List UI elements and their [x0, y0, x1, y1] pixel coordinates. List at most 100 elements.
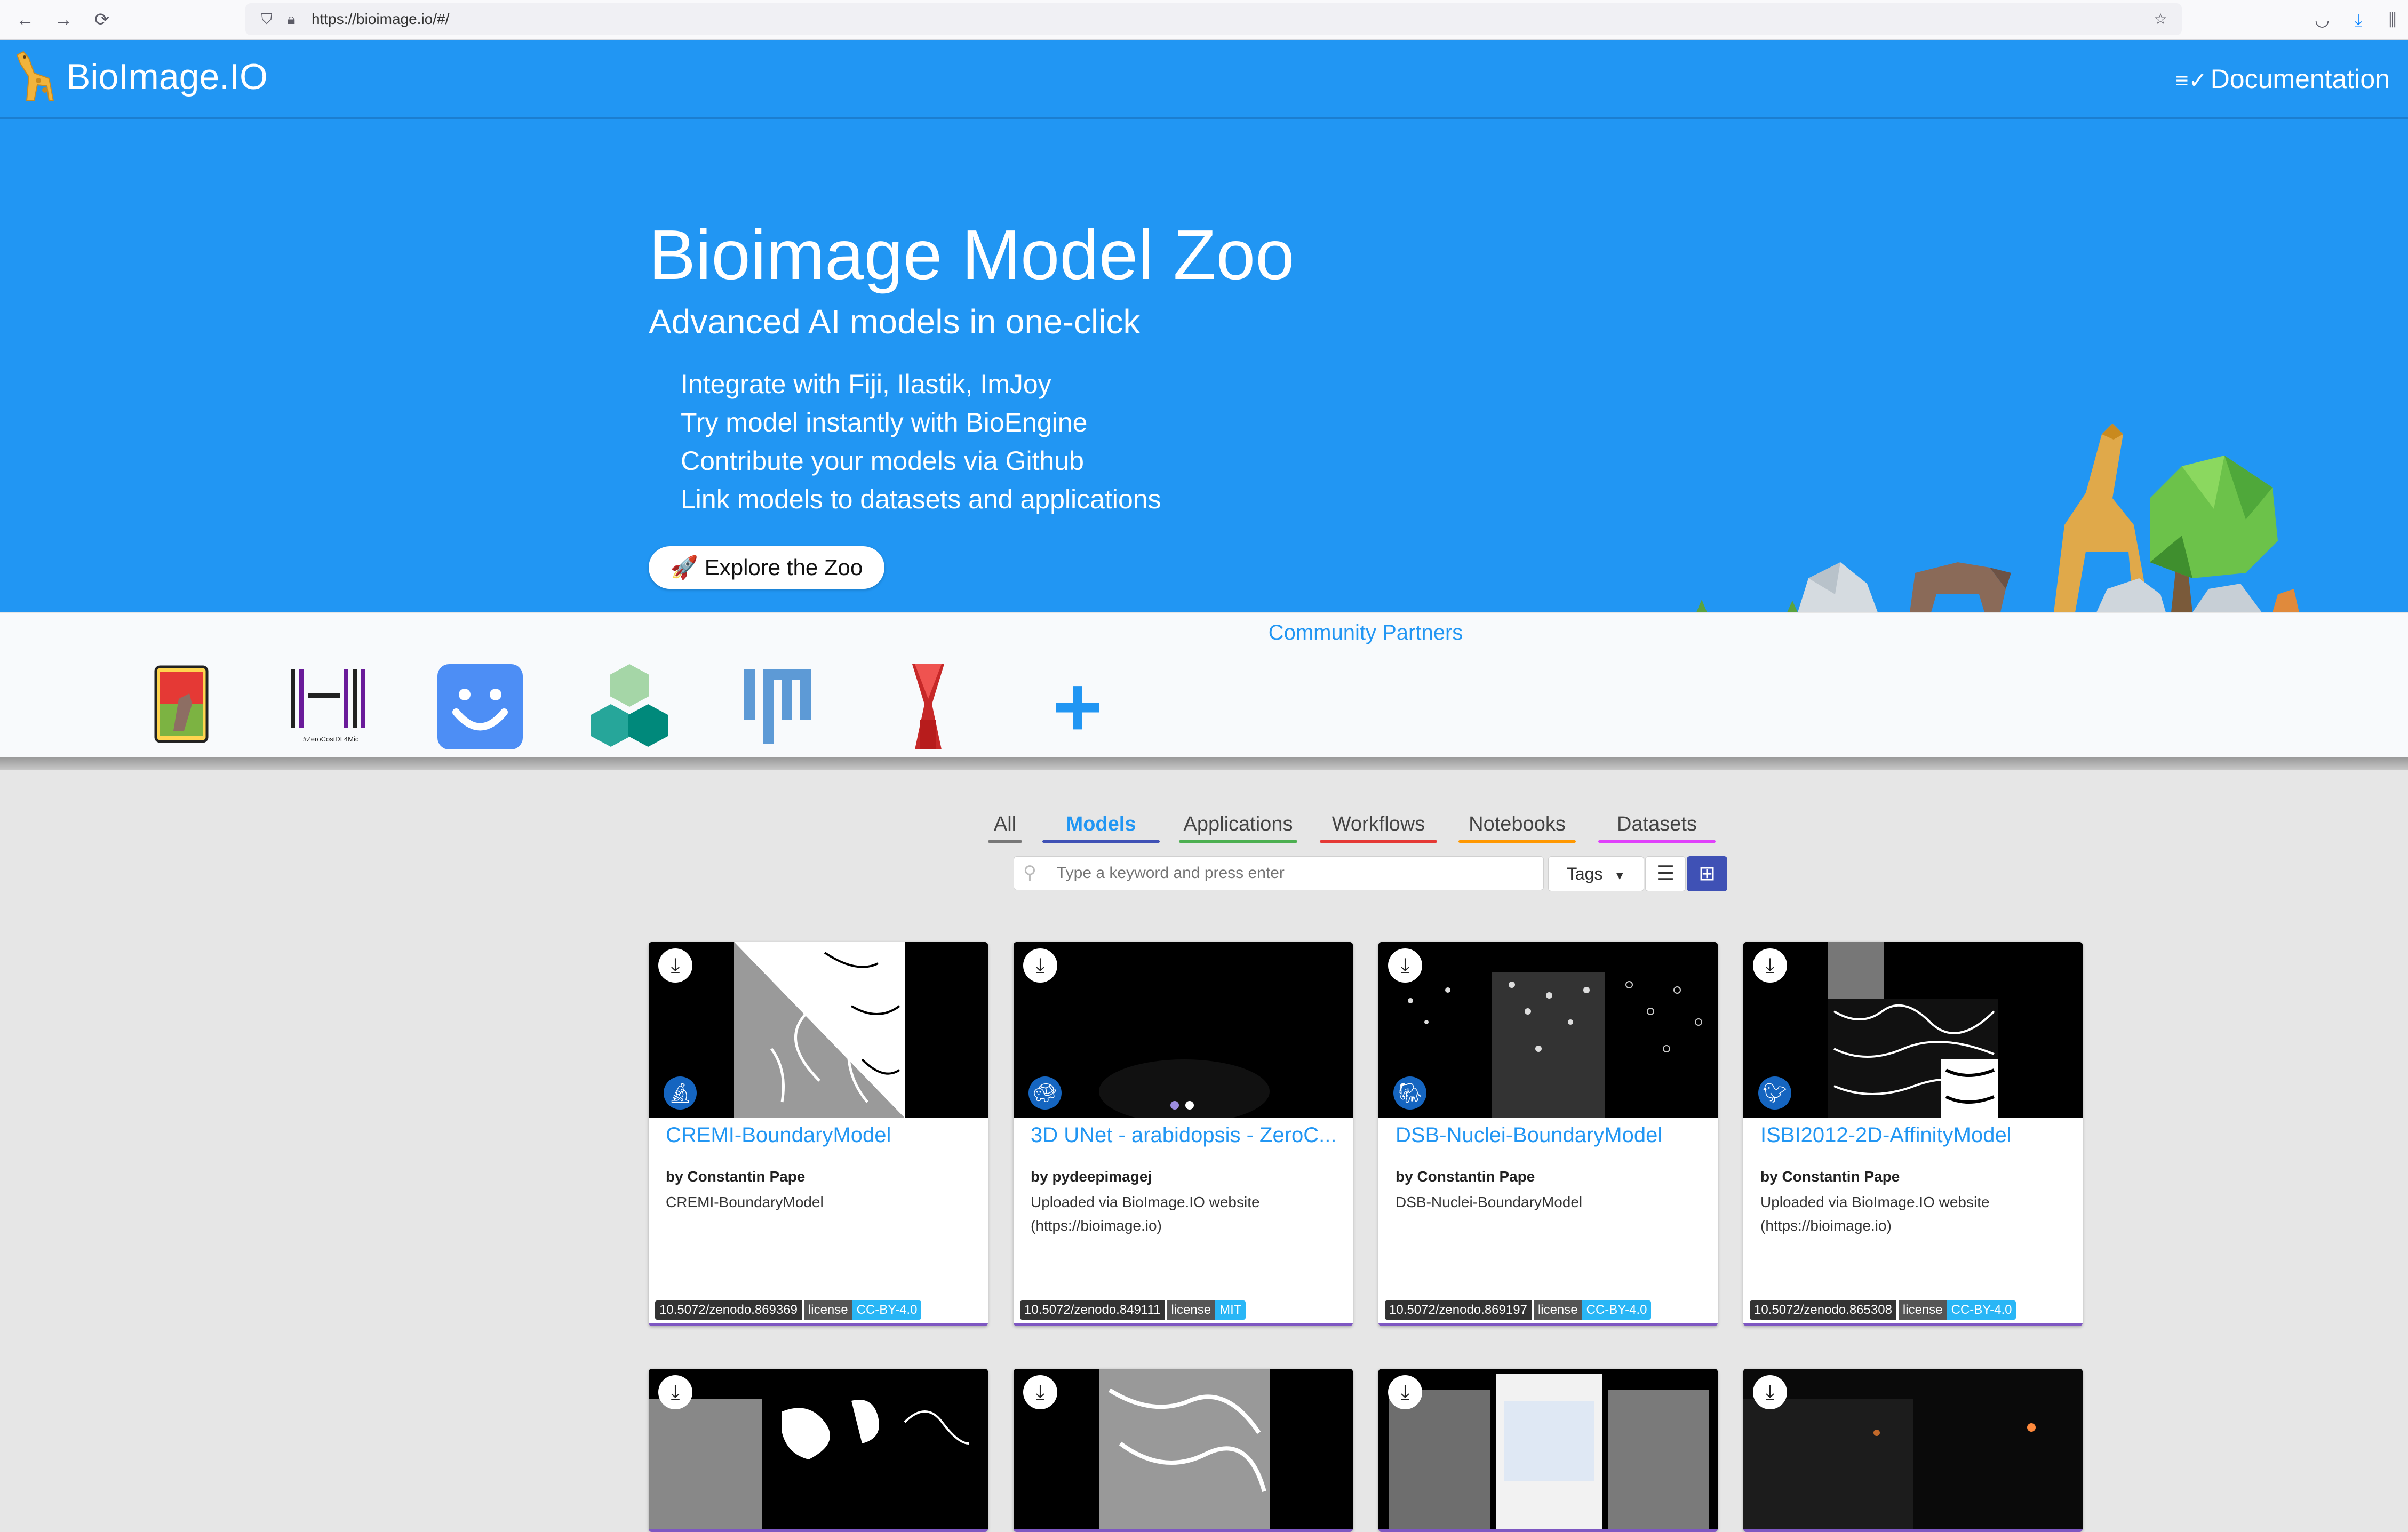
fiji-partner-icon[interactable]	[733, 661, 824, 752]
tab-underline	[1458, 840, 1576, 843]
hero-title: Bioimage Model Zoo	[649, 216, 1295, 294]
model-card[interactable]: ⤓	[1743, 1369, 2083, 1532]
forward-icon[interactable]: →	[51, 7, 76, 32]
turtle-icon: 🐢︎	[1028, 1076, 1062, 1110]
card-title[interactable]: DSB-Nuclei-BoundaryModel	[1396, 1123, 1710, 1147]
card-author: by Constantin Pape	[1396, 1168, 1535, 1185]
isbi2012-cover-graphic	[1743, 942, 2083, 1118]
download-icon[interactable]: ⤓	[1388, 948, 1422, 983]
doi-badge[interactable]: 10.5072/zenodo.849111	[1020, 1300, 1165, 1320]
license-label: license	[803, 1300, 852, 1320]
hero-feature: Link models to datasets and applications	[681, 484, 1161, 514]
download-icon[interactable]: ⤓	[658, 1375, 692, 1409]
tags-dropdown[interactable]: Tags ▼	[1548, 856, 1644, 891]
rocket-icon: 🚀	[670, 555, 699, 580]
arabidopsis-cover-graphic	[1014, 942, 1353, 1118]
imjoy-partner-icon[interactable]	[435, 661, 525, 752]
doi-badge[interactable]: 10.5072/zenodo.869197	[1385, 1300, 1532, 1320]
card-title[interactable]: 3D UNet - arabidopsis - ZeroC...	[1031, 1123, 1345, 1147]
doi-badge[interactable]: 10.5072/zenodo.869369	[655, 1300, 802, 1320]
download-icon[interactable]: ⤓	[1023, 1375, 1057, 1409]
card-cover-graphic	[1014, 1369, 1353, 1529]
card-badges[interactable]: 10.5072/zenodo.865308 license CC-BY-4.0	[1750, 1300, 2016, 1320]
card-title[interactable]: CREMI-BoundaryModel	[666, 1123, 980, 1147]
hero-feature-list: Integrate with Fiji, Ilastik, ImJoy Try …	[681, 365, 1161, 518]
model-card[interactable]: ⤓ 🐦︎ ISBI2012-2D-AffinityModel by Consta…	[1743, 942, 2083, 1326]
tab-notebooks[interactable]: Notebooks	[1458, 805, 1576, 843]
model-card[interactable]: ⤓ 🐢︎ 3D UNet - arabidopsis - ZeroC... by…	[1014, 942, 1353, 1326]
card-cover-image[interactable]: ⤓ 🐘︎	[1378, 942, 1718, 1118]
card-cover-image[interactable]: ⤓ 🐢︎	[1014, 942, 1353, 1118]
card-cover-image[interactable]: ⤓	[1014, 1369, 1353, 1529]
card-author: by Constantin Pape	[1760, 1168, 1900, 1185]
card-cover-image[interactable]: ⤓ 🐦︎	[1743, 942, 2083, 1118]
download-icon[interactable]: ⤓	[1388, 1375, 1422, 1409]
library-icon[interactable]: ⫼	[2380, 7, 2405, 32]
explore-zoo-button[interactable]: 🚀 Explore the Zoo	[649, 546, 884, 589]
card-title[interactable]: ISBI2012-2D-AffinityModel	[1760, 1123, 2075, 1147]
grid-view-button[interactable]: ⊞	[1687, 856, 1727, 891]
model-card[interactable]: ⤓ 🐘︎ DSB-Nuclei-BoundaryModel by Constan…	[1378, 942, 1718, 1326]
zerocostdl4mic-partner-icon[interactable]: #ZeroCostDL4Mic	[285, 661, 376, 752]
tab-applications[interactable]: Applications	[1179, 805, 1297, 843]
download-icon[interactable]: ⤓	[1753, 1375, 1787, 1409]
documentation-label: Documentation	[2210, 64, 2390, 94]
tab-models[interactable]: Models	[1042, 805, 1160, 843]
cremi-cover-graphic	[649, 942, 988, 1118]
url-bar[interactable]: ⛉ 🔒︎ https://bioimage.io/#/ ☆	[245, 3, 2182, 35]
download-icon[interactable]: ⤓	[1023, 948, 1057, 983]
deepimagej-partner-icon[interactable]	[883, 661, 974, 752]
list-view-button[interactable]: ☰	[1645, 856, 1686, 891]
tab-datasets[interactable]: Datasets	[1598, 805, 1716, 843]
app-header: BioImage.IO ≡✓ Documentation	[0, 40, 2408, 119]
model-card[interactable]: ⤓	[1378, 1369, 1718, 1532]
caret-down-icon: ▼	[1614, 869, 1626, 882]
model-card[interactable]: ⤓ 🔬︎ CREMI-BoundaryModel by Constantin P…	[649, 942, 988, 1326]
search-input[interactable]	[1014, 856, 1544, 890]
card-cover-image[interactable]: ⤓	[1743, 1369, 2083, 1529]
card-cover-image[interactable]: ⤓	[1378, 1369, 1718, 1529]
tab-label: Workflows	[1331, 813, 1425, 835]
grid-icon: ⊞	[1699, 863, 1716, 885]
ilastik-partner-icon[interactable]	[136, 661, 227, 752]
card-description: DSB-Nuclei-BoundaryModel	[1396, 1194, 1583, 1210]
download-icon[interactable]: ⤓	[1753, 948, 1787, 983]
card-description: Uploaded via BioImage.IO website (https:…	[1031, 1194, 1260, 1234]
card-cover-image[interactable]: ⤓	[649, 1369, 988, 1529]
license-label: license	[1167, 1300, 1216, 1320]
tab-label: Notebooks	[1469, 813, 1566, 835]
back-icon[interactable]: ←	[13, 7, 37, 32]
tab-all[interactable]: All	[988, 805, 1022, 843]
download-icon[interactable]: ⤓	[658, 948, 692, 983]
card-badges[interactable]: 10.5072/zenodo.869369 license CC-BY-4.0	[655, 1300, 922, 1320]
doi-badge[interactable]: 10.5072/zenodo.865308	[1750, 1300, 1896, 1320]
site-logo-text[interactable]: BioImage.IO	[66, 56, 268, 98]
license-label: license	[1533, 1300, 1582, 1320]
card-badges[interactable]: 10.5072/zenodo.849111 license MIT	[1020, 1300, 1246, 1320]
download-icon[interactable]: ⤓	[2346, 7, 2371, 32]
url-text[interactable]: https://bioimage.io/#/	[312, 11, 449, 28]
community-partners-title[interactable]: Community Partners	[0, 621, 2408, 645]
model-card[interactable]: ⤓	[649, 1369, 988, 1532]
bookmark-star-icon[interactable]: ☆	[2150, 9, 2171, 30]
card-cover-image[interactable]: ⤓ 🔬︎	[649, 942, 988, 1118]
giraffe-logo-icon[interactable]	[11, 47, 64, 106]
tab-underline	[1179, 840, 1297, 843]
reload-icon[interactable]: ⟳	[90, 7, 114, 32]
license-badge: CC-BY-4.0	[1947, 1300, 2016, 1320]
pocket-icon[interactable]: ◡	[2310, 7, 2334, 32]
tab-underline	[988, 840, 1022, 843]
add-partner-icon[interactable]: +	[1032, 661, 1123, 752]
card-badges[interactable]: 10.5072/zenodo.869197 license CC-BY-4.0	[1385, 1300, 1652, 1320]
search-icon: ⚲	[1023, 863, 1036, 883]
section-divider	[0, 757, 2408, 770]
elephant-icon: 🐘︎	[1393, 1076, 1426, 1110]
documentation-link[interactable]: ≡✓ Documentation	[2175, 63, 2390, 94]
card-cover-graphic	[1378, 1369, 1718, 1529]
shield-icon[interactable]: ⛉	[256, 9, 277, 30]
tab-underline	[1042, 840, 1160, 843]
model-card[interactable]: ⤓	[1014, 1369, 1353, 1532]
hpa-partner-icon[interactable]	[584, 661, 675, 752]
tab-workflows[interactable]: Workflows	[1320, 805, 1437, 843]
lock-icon[interactable]: 🔒︎	[281, 9, 302, 30]
